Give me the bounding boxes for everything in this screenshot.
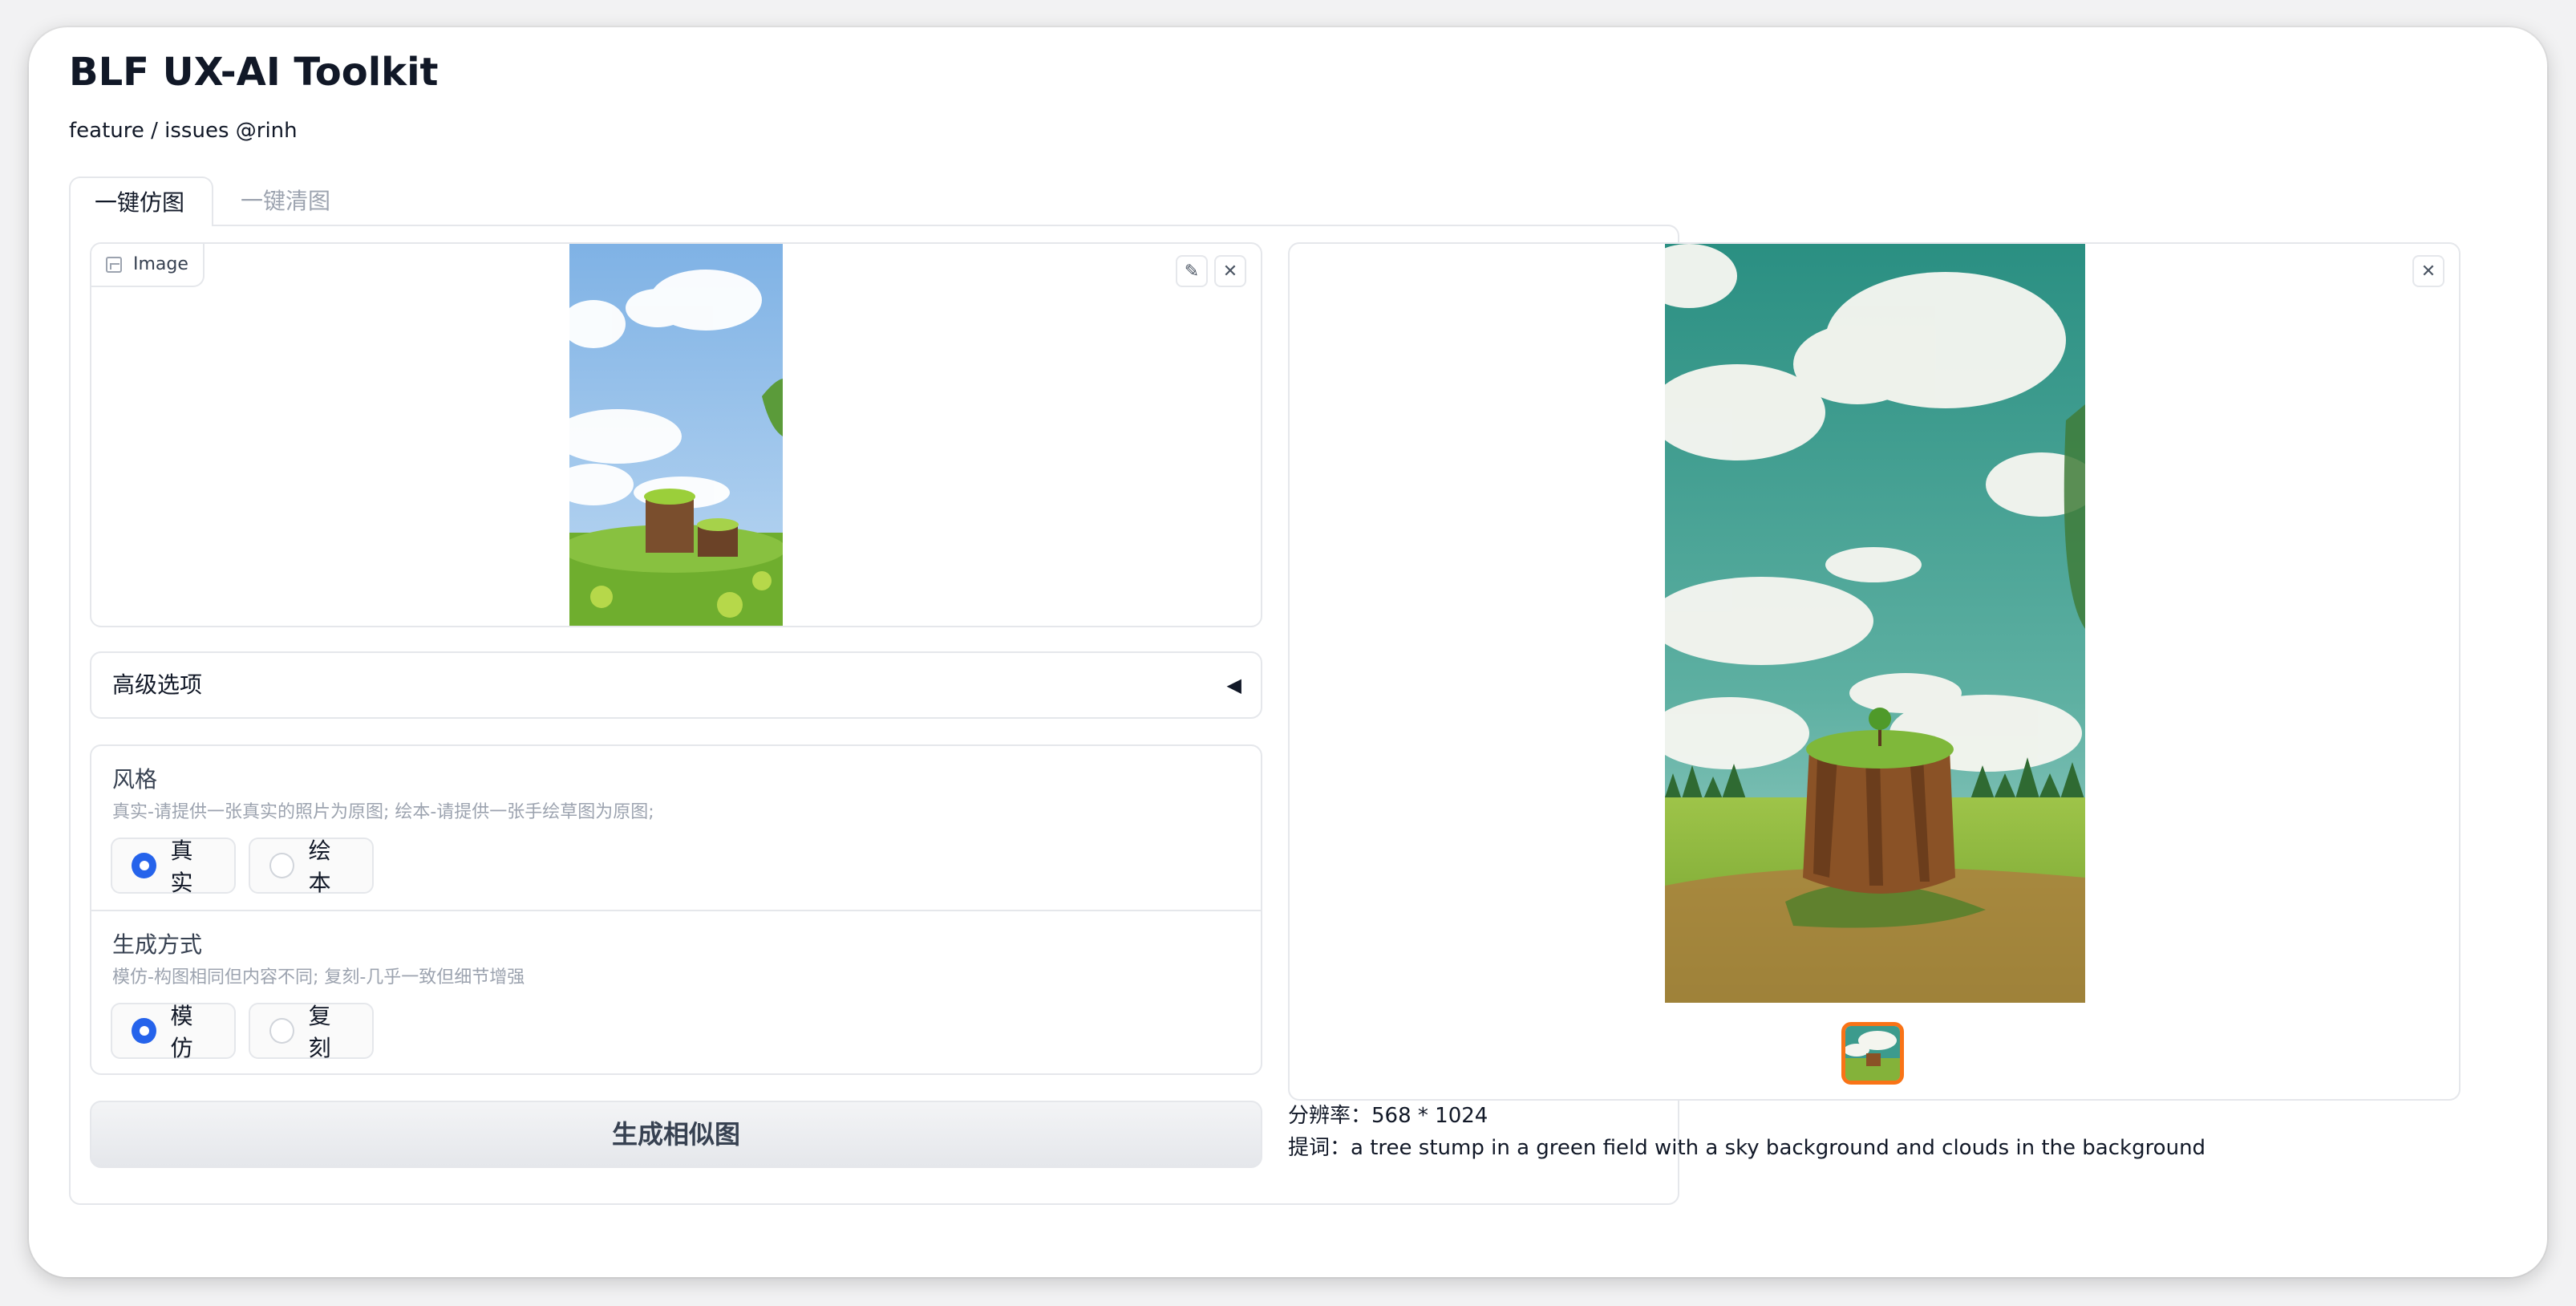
- radio-selected-icon: [132, 1018, 156, 1044]
- advanced-options-accordion[interactable]: 高级选项 ◀: [90, 651, 1262, 719]
- mode-description: 模仿-构图相同但内容不同; 复刻-几乎一致但细节增强: [112, 967, 525, 988]
- mode-radio-imitate-label: 模仿: [170, 1003, 193, 1061]
- prompt-label: 提词：: [1288, 1136, 1351, 1160]
- mode-radio-replicate-label: 复刻: [308, 1003, 331, 1061]
- style-description: 真实-请提供一张真实的照片为原图; 绘本-请提供一张手绘草图为原图;: [112, 802, 654, 822]
- options-panel: 风格 真实-请提供一张真实的照片为原图; 绘本-请提供一张手绘草图为原图; 真实…: [90, 744, 1262, 1075]
- style-radio-picturebook[interactable]: 绘本: [249, 838, 374, 896]
- pencil-icon: ✎: [1184, 261, 1200, 282]
- tab-imitate[interactable]: 一键仿图: [69, 176, 213, 226]
- input-image-panel[interactable]: Image ✎ ✕: [90, 242, 1262, 627]
- resolution-label: 分辨率：: [1288, 1104, 1372, 1128]
- style-radio-picturebook-label: 绘本: [308, 838, 331, 896]
- tab-clean[interactable]: 一键清图: [217, 176, 361, 226]
- radio-unselected-icon: [269, 1018, 294, 1044]
- prompt-value: a tree stump in a green field with a sky…: [1351, 1136, 2206, 1160]
- mode-title: 生成方式: [112, 931, 203, 958]
- style-radio-real-label: 真实: [170, 838, 193, 896]
- app-title: BLF UX-AI Toolkit: [69, 50, 439, 95]
- image-label: Image: [91, 244, 205, 287]
- app-subtitle[interactable]: feature / issues @rinh: [69, 119, 298, 143]
- generate-similar-button[interactable]: 生成相似图: [90, 1101, 1262, 1168]
- output-thumbnail[interactable]: [1841, 1022, 1904, 1085]
- radio-selected-icon: [132, 853, 156, 878]
- close-icon: ✕: [2420, 261, 2436, 282]
- edit-image-button[interactable]: ✎: [1176, 255, 1208, 287]
- resolution-value: 568 * 1024: [1371, 1104, 1488, 1128]
- style-title: 风格: [112, 766, 158, 793]
- output-image[interactable]: [1665, 244, 2085, 1003]
- radio-unselected-icon: [269, 853, 294, 878]
- mode-radio-imitate[interactable]: 模仿: [111, 1003, 236, 1061]
- image-icon: [106, 257, 122, 273]
- output-gallery-panel: ✕: [1288, 242, 2461, 1101]
- close-icon: ✕: [1222, 261, 1238, 282]
- thumbnail-image: [1845, 1026, 1900, 1081]
- resolution-row: 分辨率：568 * 1024: [1288, 1099, 1488, 1129]
- clear-image-button[interactable]: ✕: [1214, 255, 1246, 287]
- style-radio-real[interactable]: 真实: [111, 838, 236, 896]
- input-image-preview: [569, 244, 783, 626]
- advanced-options-label: 高级选项: [112, 671, 203, 698]
- style-group: 风格 真实-请提供一张真实的照片为原图; 绘本-请提供一张手绘草图为原图; 真实…: [91, 746, 1261, 910]
- close-output-button[interactable]: ✕: [2412, 255, 2444, 287]
- mode-radio-replicate[interactable]: 复刻: [249, 1003, 374, 1061]
- prompt-row: 提词：a tree stump in a green field with a …: [1288, 1131, 2205, 1161]
- mode-group: 生成方式 模仿-构图相同但内容不同; 复刻-几乎一致但细节增强 模仿 复刻: [91, 910, 1261, 1073]
- image-label-text: Image: [133, 254, 188, 274]
- collapse-arrow-icon[interactable]: ◀: [1227, 653, 1241, 717]
